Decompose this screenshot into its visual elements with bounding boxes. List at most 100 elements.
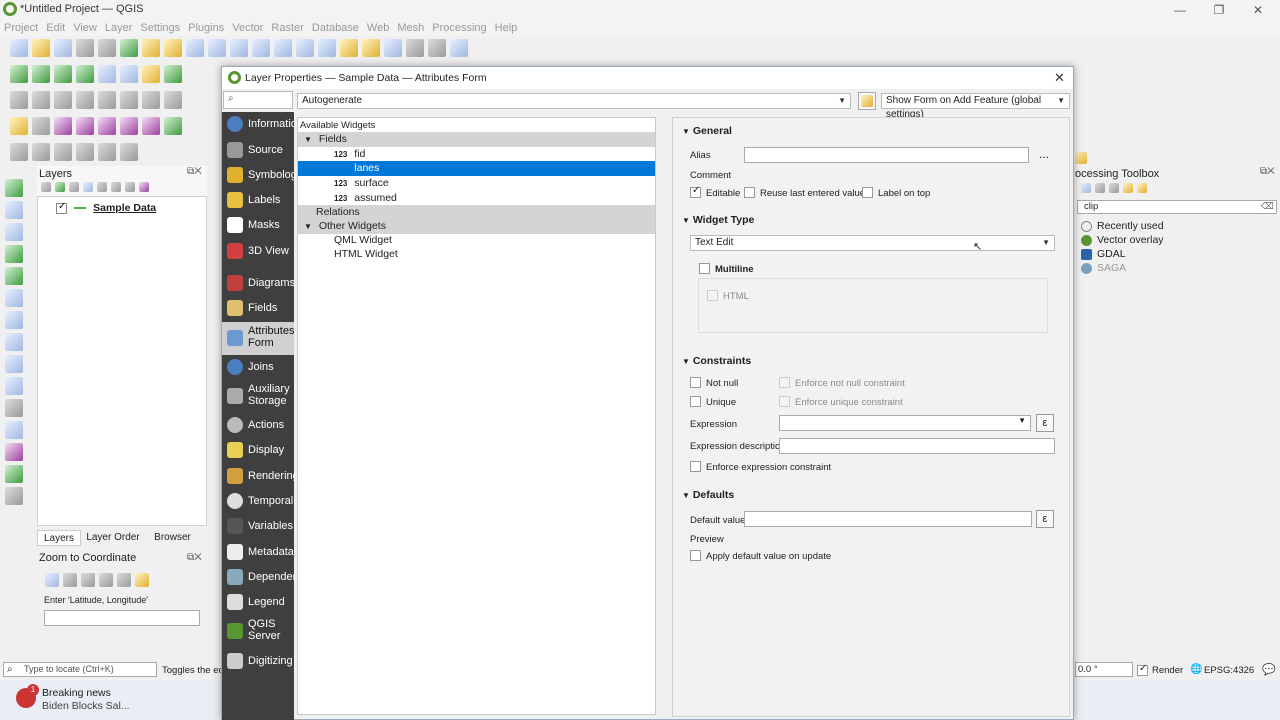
swap-yx-icon[interactable] <box>99 573 113 587</box>
section-defaults[interactable]: ▼ Defaults <box>682 489 734 501</box>
sidebar-item-source[interactable]: Source <box>222 138 294 163</box>
copy-features-icon[interactable] <box>142 91 160 109</box>
new-temp-layer-icon[interactable] <box>120 65 138 83</box>
zoom-in-icon[interactable] <box>186 39 204 57</box>
style-icon[interactable] <box>41 182 51 193</box>
sidebar-item-variables[interactable]: Variables <box>222 514 294 539</box>
menu-project[interactable]: Project <box>0 20 42 36</box>
data-source-manager-icon[interactable] <box>10 65 28 83</box>
collapse-all-icon[interactable] <box>125 182 135 193</box>
add-group-icon[interactable] <box>55 182 65 193</box>
add-arcgis-icon[interactable] <box>5 421 23 439</box>
zoom-full-icon[interactable] <box>230 39 248 57</box>
more-options-button[interactable]: ... <box>1039 147 1049 161</box>
deselect-icon[interactable] <box>98 117 116 135</box>
messages-icon[interactable]: 💬 <box>1262 663 1276 676</box>
add-delimited-text-icon[interactable] <box>5 245 23 263</box>
zoom-layer-icon[interactable] <box>274 39 292 57</box>
new-3d-map-icon[interactable] <box>362 39 380 57</box>
toolbox-item-saga[interactable]: SAGA <box>1081 262 1126 274</box>
add-postgis-icon[interactable] <box>5 311 23 329</box>
enforce-not-null-checkbox[interactable] <box>779 377 790 388</box>
expression-input[interactable]: ▼ <box>779 415 1031 431</box>
georeferencer-icon[interactable] <box>5 487 23 505</box>
multiline-checkbox[interactable] <box>699 263 710 274</box>
toggle-editing-icon[interactable] <box>32 91 50 109</box>
news-text[interactable]: Biden Blocks Sal... <box>42 700 130 712</box>
reuse-value-checkbox[interactable] <box>744 187 755 198</box>
toolbox-search-input[interactable]: clip <box>1077 200 1277 214</box>
not-null-checkbox[interactable] <box>690 377 701 388</box>
expression-builder-button[interactable]: ε <box>1036 414 1054 432</box>
tree-item-html-widget[interactable]: HTML Widget <box>298 247 655 262</box>
sidebar-item-digitizing[interactable]: Digitizing <box>222 649 294 674</box>
simplify-feature-icon[interactable] <box>76 143 94 161</box>
zoom-panel-close-icon[interactable]: ⧉✕ <box>187 552 202 563</box>
add-ad-layer-icon[interactable] <box>5 443 23 461</box>
tree-group-other-widgets[interactable]: ▼ Other Widgets <box>298 219 655 234</box>
sidebar-item-temporal[interactable]: Temporal <box>222 489 294 514</box>
menu-help[interactable]: Help <box>491 20 522 36</box>
print-layout-icon[interactable] <box>76 39 94 57</box>
add-wms-icon[interactable] <box>5 333 23 351</box>
tree-field-assumed[interactable]: 123 assumed <box>298 191 655 206</box>
field-calculator-icon[interactable] <box>32 117 50 135</box>
new-geopackage-icon[interactable] <box>32 65 50 83</box>
tree-field-fid[interactable]: 123 fid <box>298 147 655 162</box>
tree-field-surface[interactable]: 123 surface <box>298 176 655 191</box>
sidebar-item-symbology[interactable]: Symbology <box>222 163 302 188</box>
results-icon[interactable] <box>1109 183 1119 194</box>
panel-float-close-icon[interactable]: ⧉✕ <box>187 166 202 177</box>
sidebar-item-attributes-form[interactable]: Attributes Form <box>222 322 294 355</box>
tree-item-qml-widget[interactable]: QML Widget <box>298 233 655 248</box>
python-init-button[interactable] <box>858 92 876 110</box>
delete-selected-icon[interactable] <box>98 91 116 109</box>
marker-icon[interactable] <box>117 573 131 587</box>
temporal-controller-icon[interactable] <box>428 39 446 57</box>
locator-input[interactable]: Type to locate (Ctrl+K) <box>3 662 157 677</box>
rotate-feature-icon[interactable] <box>54 143 72 161</box>
filter-icon[interactable] <box>83 182 93 193</box>
zoom-last-icon[interactable] <box>318 39 336 57</box>
tab-layer-order[interactable]: Layer Order <box>82 530 144 546</box>
bookmark-icon[interactable] <box>384 39 402 57</box>
select-all-icon[interactable] <box>120 117 138 135</box>
sidebar-item-3d-view[interactable]: 3D View <box>222 239 294 264</box>
crs-label[interactable]: EPSG:4326 <box>1204 665 1254 676</box>
gps-tools-icon[interactable] <box>5 465 23 483</box>
sidebar-item-labels[interactable]: Labels <box>222 188 294 213</box>
identify-icon[interactable] <box>164 117 182 135</box>
toolbox-item-recently-used[interactable]: Recently used <box>1081 220 1164 232</box>
new-project-icon[interactable] <box>10 39 28 57</box>
section-constraints[interactable]: ▼ Constraints <box>682 355 751 367</box>
default-value-input[interactable] <box>744 511 1032 527</box>
tab-browser[interactable]: Browser <box>145 530 200 546</box>
label-pin-icon[interactable] <box>164 65 182 83</box>
add-wfs-icon[interactable] <box>5 355 23 373</box>
sidebar-item-auxiliary-storage[interactable]: Auxiliary Storage <box>222 380 294 413</box>
tree-field-lanes[interactable]: 123 lanes <box>298 161 655 176</box>
tree-group-fields[interactable]: ▼ Fields <box>298 132 655 147</box>
section-general[interactable]: ▼ General <box>682 125 732 137</box>
zoom-out-icon[interactable] <box>208 39 226 57</box>
open-project-icon[interactable] <box>32 39 50 57</box>
style-manager-icon[interactable] <box>120 39 138 57</box>
pan-to-selection-icon[interactable] <box>164 39 182 57</box>
expression-filter-icon[interactable] <box>97 182 107 193</box>
coordinate-input[interactable] <box>44 610 200 626</box>
history-icon[interactable] <box>1095 183 1105 194</box>
menu-database[interactable]: Database <box>308 20 363 36</box>
menu-edit[interactable]: Edit <box>42 20 69 36</box>
layout-mode-dropdown[interactable]: Autogenerate ▼ <box>297 93 851 109</box>
toolbox-item-gdal[interactable]: GDAL <box>1081 248 1126 260</box>
add-feature-icon[interactable] <box>54 91 72 109</box>
add-mesh-layer-icon[interactable] <box>5 223 23 241</box>
sidebar-item-legend[interactable]: Legend <box>222 590 294 615</box>
add-ring-icon[interactable] <box>98 143 116 161</box>
menu-mesh[interactable]: Mesh <box>393 20 428 36</box>
toolbox-item-vector-overlay[interactable]: Vector overlay <box>1081 234 1164 246</box>
add-vector-layer-icon[interactable] <box>5 179 23 197</box>
add-raster-layer-icon[interactable] <box>5 201 23 219</box>
sidebar-item-masks[interactable]: Masks <box>222 213 294 238</box>
menu-web[interactable]: Web <box>363 20 393 36</box>
